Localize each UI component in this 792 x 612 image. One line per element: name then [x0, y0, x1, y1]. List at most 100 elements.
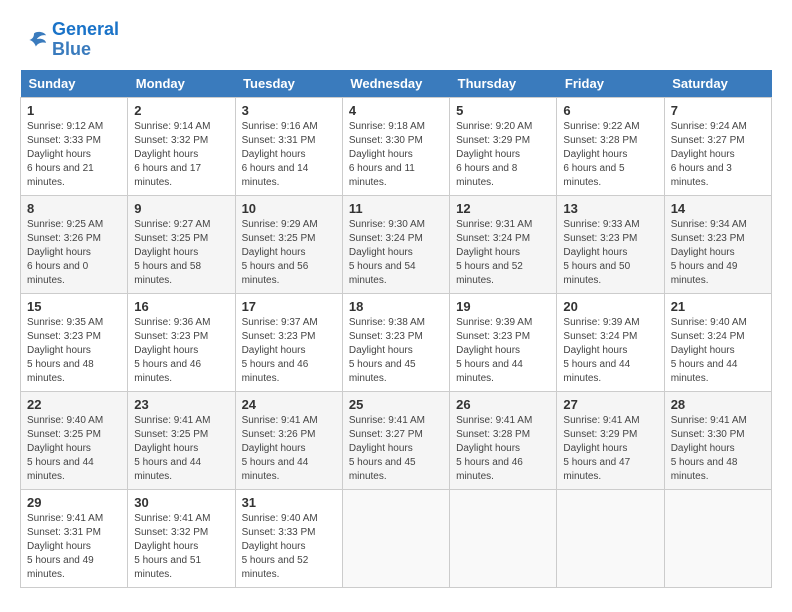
day-detail: Sunrise: 9:41 AMSunset: 3:26 PMDaylight …: [242, 414, 336, 484]
day-number: 16: [134, 299, 228, 314]
calendar-cell: 1 Sunrise: 9:12 AMSunset: 3:33 PMDayligh…: [21, 97, 128, 195]
calendar-cell: 22 Sunrise: 9:40 AMSunset: 3:25 PMDaylig…: [21, 391, 128, 489]
logo: General Blue: [20, 20, 119, 60]
day-detail: Sunrise: 9:38 AMSunset: 3:23 PMDaylight …: [349, 316, 443, 386]
day-number: 9: [134, 201, 228, 216]
calendar-cell: 31 Sunrise: 9:40 AMSunset: 3:33 PMDaylig…: [235, 489, 342, 587]
calendar-week-row: 1 Sunrise: 9:12 AMSunset: 3:33 PMDayligh…: [21, 97, 772, 195]
day-number: 1: [27, 103, 121, 118]
day-number: 7: [671, 103, 765, 118]
calendar-cell: 23 Sunrise: 9:41 AMSunset: 3:25 PMDaylig…: [128, 391, 235, 489]
calendar-cell: 4 Sunrise: 9:18 AMSunset: 3:30 PMDayligh…: [342, 97, 449, 195]
day-detail: Sunrise: 9:36 AMSunset: 3:23 PMDaylight …: [134, 316, 228, 386]
day-number: 31: [242, 495, 336, 510]
header: General Blue: [20, 20, 772, 60]
calendar-header-sunday: Sunday: [21, 70, 128, 98]
day-detail: Sunrise: 9:12 AMSunset: 3:33 PMDaylight …: [27, 120, 121, 190]
calendar-cell: 14 Sunrise: 9:34 AMSunset: 3:23 PMDaylig…: [664, 195, 771, 293]
day-detail: Sunrise: 9:41 AMSunset: 3:29 PMDaylight …: [563, 414, 657, 484]
calendar-table: SundayMondayTuesdayWednesdayThursdayFrid…: [20, 70, 772, 588]
calendar-cell: 20 Sunrise: 9:39 AMSunset: 3:24 PMDaylig…: [557, 293, 664, 391]
day-number: 24: [242, 397, 336, 412]
day-detail: Sunrise: 9:31 AMSunset: 3:24 PMDaylight …: [456, 218, 550, 288]
calendar-cell: 24 Sunrise: 9:41 AMSunset: 3:26 PMDaylig…: [235, 391, 342, 489]
day-number: 27: [563, 397, 657, 412]
day-detail: Sunrise: 9:24 AMSunset: 3:27 PMDaylight …: [671, 120, 765, 190]
day-number: 11: [349, 201, 443, 216]
calendar-cell: 11 Sunrise: 9:30 AMSunset: 3:24 PMDaylig…: [342, 195, 449, 293]
day-detail: Sunrise: 9:41 AMSunset: 3:25 PMDaylight …: [134, 414, 228, 484]
day-number: 8: [27, 201, 121, 216]
day-detail: Sunrise: 9:34 AMSunset: 3:23 PMDaylight …: [671, 218, 765, 288]
day-number: 30: [134, 495, 228, 510]
day-number: 22: [27, 397, 121, 412]
calendar-cell: [342, 489, 449, 587]
calendar-cell: 19 Sunrise: 9:39 AMSunset: 3:23 PMDaylig…: [450, 293, 557, 391]
calendar-cell: 28 Sunrise: 9:41 AMSunset: 3:30 PMDaylig…: [664, 391, 771, 489]
day-detail: Sunrise: 9:29 AMSunset: 3:25 PMDaylight …: [242, 218, 336, 288]
day-detail: Sunrise: 9:18 AMSunset: 3:30 PMDaylight …: [349, 120, 443, 190]
day-detail: Sunrise: 9:40 AMSunset: 3:33 PMDaylight …: [242, 512, 336, 582]
calendar-cell: 2 Sunrise: 9:14 AMSunset: 3:32 PMDayligh…: [128, 97, 235, 195]
calendar-header-thursday: Thursday: [450, 70, 557, 98]
calendar-cell: [664, 489, 771, 587]
day-detail: Sunrise: 9:41 AMSunset: 3:32 PMDaylight …: [134, 512, 228, 582]
day-number: 2: [134, 103, 228, 118]
calendar-cell: 25 Sunrise: 9:41 AMSunset: 3:27 PMDaylig…: [342, 391, 449, 489]
day-detail: Sunrise: 9:35 AMSunset: 3:23 PMDaylight …: [27, 316, 121, 386]
day-number: 18: [349, 299, 443, 314]
day-detail: Sunrise: 9:37 AMSunset: 3:23 PMDaylight …: [242, 316, 336, 386]
calendar-cell: [450, 489, 557, 587]
calendar-cell: 17 Sunrise: 9:37 AMSunset: 3:23 PMDaylig…: [235, 293, 342, 391]
day-detail: Sunrise: 9:27 AMSunset: 3:25 PMDaylight …: [134, 218, 228, 288]
calendar-cell: 13 Sunrise: 9:33 AMSunset: 3:23 PMDaylig…: [557, 195, 664, 293]
calendar-cell: 29 Sunrise: 9:41 AMSunset: 3:31 PMDaylig…: [21, 489, 128, 587]
day-detail: Sunrise: 9:41 AMSunset: 3:27 PMDaylight …: [349, 414, 443, 484]
day-number: 3: [242, 103, 336, 118]
day-number: 29: [27, 495, 121, 510]
calendar-header-friday: Friday: [557, 70, 664, 98]
day-detail: Sunrise: 9:39 AMSunset: 3:24 PMDaylight …: [563, 316, 657, 386]
day-number: 6: [563, 103, 657, 118]
calendar-cell: 16 Sunrise: 9:36 AMSunset: 3:23 PMDaylig…: [128, 293, 235, 391]
logo-icon: [20, 26, 48, 54]
calendar-cell: 21 Sunrise: 9:40 AMSunset: 3:24 PMDaylig…: [664, 293, 771, 391]
calendar-cell: 15 Sunrise: 9:35 AMSunset: 3:23 PMDaylig…: [21, 293, 128, 391]
calendar-header-wednesday: Wednesday: [342, 70, 449, 98]
day-number: 21: [671, 299, 765, 314]
calendar-week-row: 22 Sunrise: 9:40 AMSunset: 3:25 PMDaylig…: [21, 391, 772, 489]
day-detail: Sunrise: 9:41 AMSunset: 3:31 PMDaylight …: [27, 512, 121, 582]
logo-text: General Blue: [52, 20, 119, 60]
calendar-week-row: 15 Sunrise: 9:35 AMSunset: 3:23 PMDaylig…: [21, 293, 772, 391]
day-number: 14: [671, 201, 765, 216]
calendar-cell: 5 Sunrise: 9:20 AMSunset: 3:29 PMDayligh…: [450, 97, 557, 195]
calendar-cell: 12 Sunrise: 9:31 AMSunset: 3:24 PMDaylig…: [450, 195, 557, 293]
calendar-header-monday: Monday: [128, 70, 235, 98]
day-number: 26: [456, 397, 550, 412]
day-detail: Sunrise: 9:41 AMSunset: 3:30 PMDaylight …: [671, 414, 765, 484]
day-number: 17: [242, 299, 336, 314]
calendar-cell: 7 Sunrise: 9:24 AMSunset: 3:27 PMDayligh…: [664, 97, 771, 195]
day-number: 4: [349, 103, 443, 118]
calendar-header-saturday: Saturday: [664, 70, 771, 98]
day-detail: Sunrise: 9:25 AMSunset: 3:26 PMDaylight …: [27, 218, 121, 288]
calendar-cell: 10 Sunrise: 9:29 AMSunset: 3:25 PMDaylig…: [235, 195, 342, 293]
day-detail: Sunrise: 9:40 AMSunset: 3:24 PMDaylight …: [671, 316, 765, 386]
calendar-cell: 18 Sunrise: 9:38 AMSunset: 3:23 PMDaylig…: [342, 293, 449, 391]
day-number: 20: [563, 299, 657, 314]
calendar-cell: 26 Sunrise: 9:41 AMSunset: 3:28 PMDaylig…: [450, 391, 557, 489]
calendar-cell: [557, 489, 664, 587]
day-number: 15: [27, 299, 121, 314]
calendar-cell: 6 Sunrise: 9:22 AMSunset: 3:28 PMDayligh…: [557, 97, 664, 195]
day-number: 12: [456, 201, 550, 216]
calendar-cell: 8 Sunrise: 9:25 AMSunset: 3:26 PMDayligh…: [21, 195, 128, 293]
day-number: 23: [134, 397, 228, 412]
day-number: 13: [563, 201, 657, 216]
calendar-week-row: 29 Sunrise: 9:41 AMSunset: 3:31 PMDaylig…: [21, 489, 772, 587]
day-number: 28: [671, 397, 765, 412]
day-detail: Sunrise: 9:14 AMSunset: 3:32 PMDaylight …: [134, 120, 228, 190]
day-number: 5: [456, 103, 550, 118]
day-detail: Sunrise: 9:30 AMSunset: 3:24 PMDaylight …: [349, 218, 443, 288]
calendar-week-row: 8 Sunrise: 9:25 AMSunset: 3:26 PMDayligh…: [21, 195, 772, 293]
calendar-cell: 27 Sunrise: 9:41 AMSunset: 3:29 PMDaylig…: [557, 391, 664, 489]
